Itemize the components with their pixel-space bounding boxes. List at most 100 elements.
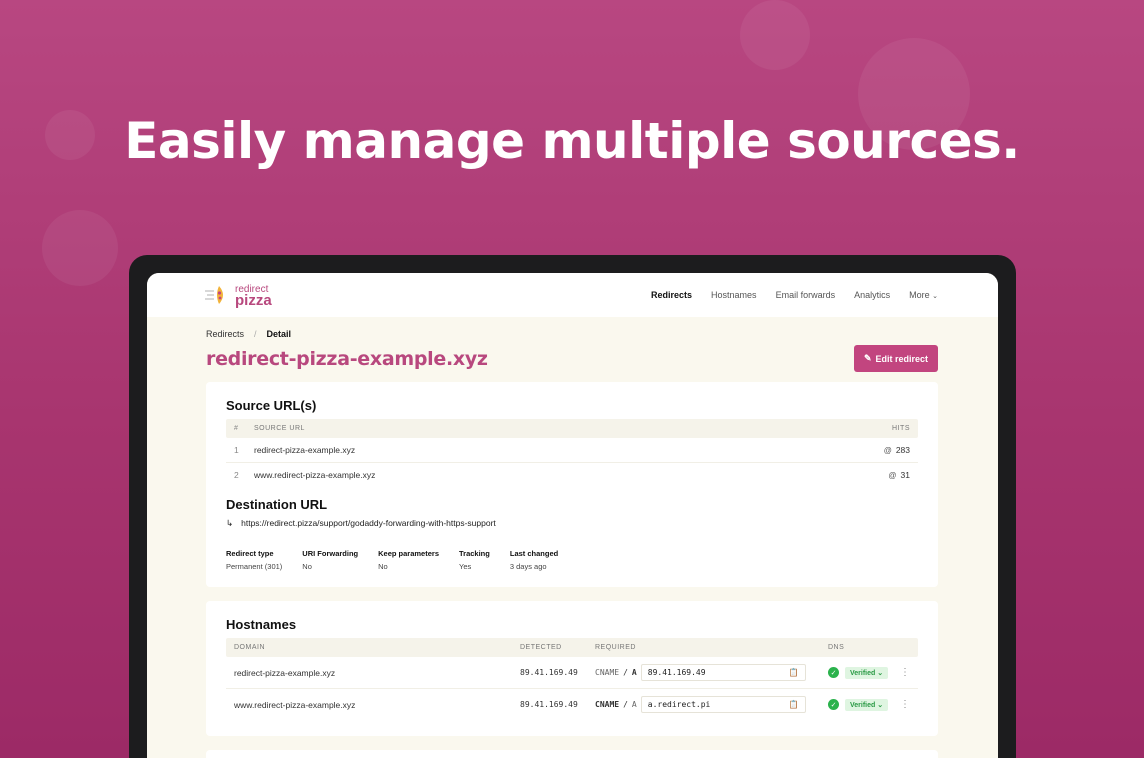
source-url: www.redirect-pizza-example.xyz [254,470,376,480]
record-separator: / [623,668,628,677]
page-title: redirect-pizza-example.xyz [206,347,488,370]
record-separator: / [623,700,628,709]
edit-redirect-button[interactable]: ✎ Edit redirect [853,345,938,372]
destination-url-heading: Destination URL [226,497,328,512]
meta-value: Yes [459,562,472,571]
destination-url: ↳ https://redirect.pizza/support/godaddy… [226,518,918,529]
brand-logo[interactable]: redirect pizza [205,283,272,309]
hostnames-heading: Hostnames [226,617,297,632]
verified-label: Verified [850,701,876,709]
background-bubble [740,0,810,70]
hostname-detected: 89.41.169.49 [520,700,578,709]
background-bubble [42,210,118,286]
nav-item-analytics[interactable]: Analytics [854,290,890,300]
hits-count: 31 [900,470,910,480]
table-row[interactable]: 1 redirect-pizza-example.xyz @ 283 [226,438,918,463]
breadcrumb-parent[interactable]: Redirects [206,329,244,339]
col-detected: DETECTED [520,644,562,651]
hostname-detected: 89.41.169.49 [520,668,578,677]
kebab-icon[interactable]: ⋮ [900,667,910,678]
pencil-icon: ✎ [863,353,872,363]
meta-tracking: Tracking Yes [459,549,490,571]
hits-cell: @ 283 [850,445,910,455]
nav-item-more[interactable]: More ⌄ [909,290,938,300]
meta-last-changed: Last changed 3 days ago [510,549,558,571]
chevron-down-icon: ⌄ [932,293,938,300]
meta-uri-forwarding: URI Forwarding No [302,549,358,571]
meta-value: 3 days ago [509,562,547,571]
meta-label: URI Forwarding [302,549,359,558]
hostname-domain: redirect-pizza-example.xyz [234,667,336,678]
nav-links: Redirects Hostnames Email forwards Analy… [651,290,938,300]
required-value-field[interactable]: a.redirect.pi 📋 [640,696,806,713]
main-content: Redirects / Detail redirect-pizza-exampl… [147,317,998,758]
meta-label: Tracking [459,549,490,558]
row-num: 2 [234,470,239,480]
hits-count: 283 [895,445,910,455]
verified-badge[interactable]: Verified ⌄ [845,698,889,711]
col-required: REQUIRED [595,644,636,651]
edit-redirect-label: Edit redirect [875,353,928,364]
record-type-a: A [631,700,637,709]
source-url: redirect-pizza-example.xyz [254,445,356,455]
brand-line-2: pizza [235,292,272,309]
app-screen: redirect pizza Redirects Hostnames Email… [147,273,998,758]
nav-item-more-label: More [909,290,930,300]
source-urls-heading: Source URL(s) [226,398,317,413]
clipboard-icon[interactable]: 📋 [789,700,799,709]
required-value: a.redirect.pi [647,700,711,709]
chevron-down-icon: ⌄ [877,701,884,709]
check-circle-icon: ✓ [828,699,839,710]
clipboard-icon[interactable]: 📋 [789,668,799,677]
row-num: 1 [234,445,239,455]
nav-item-hostnames[interactable]: Hostnames [711,290,757,300]
record-type-cname: CNAME [595,700,620,709]
meta-value: No [378,562,388,571]
record-type-cname: CNAME [595,668,620,677]
verified-badge[interactable]: Verified ⌄ [845,666,889,679]
required-value-field[interactable]: 89.41.169.49 📋 [640,664,806,681]
pizza-logo-icon [205,283,229,307]
col-num: # [234,425,239,432]
kebab-icon[interactable]: ⋮ [900,699,910,710]
meta-label: Redirect type [226,549,274,558]
hostname-required: CNAME / A 89.41.169.49 📋 [595,664,828,681]
meta-value: Permanent (301) [226,562,283,571]
table-row[interactable]: 2 www.redirect-pizza-example.xyz @ 31 [226,463,918,487]
meta-label: Keep parameters [378,549,439,558]
hostname-required: CNAME / A a.redirect.pi 📋 [595,696,828,713]
return-arrow-icon: ↳ [226,518,234,528]
hostname-domain: www.redirect-pizza-example.xyz [234,699,356,710]
title-row: redirect-pizza-example.xyz ✎ Edit redire… [206,345,938,372]
col-dns: DNS [828,644,845,651]
dns-status: ✓ Verified ⌄ ⋮ [828,666,910,679]
redirect-details-card: Source URL(s) # SOURCE URL HITS 1 redire… [206,382,938,587]
hostnames-card: Hostnames DOMAIN DETECTED REQUIRED DNS r… [206,601,938,736]
table-row[interactable]: www.redirect-pizza-example.xyz 89.41.169… [226,689,918,720]
next-card [206,750,938,758]
meta-value: No [302,562,312,571]
meta-keep-parameters: Keep parameters No [378,549,439,571]
col-source-url: SOURCE URL [254,425,305,432]
col-domain: DOMAIN [234,644,265,651]
hostnames-table-header: DOMAIN DETECTED REQUIRED DNS [226,638,918,657]
meta-label: Last changed [509,549,559,558]
dns-status: ✓ Verified ⌄ ⋮ [828,698,910,711]
at-sign-icon: @ [883,445,892,455]
source-table-header: # SOURCE URL HITS [226,419,918,438]
verified-label: Verified [850,669,876,677]
table-row[interactable]: redirect-pizza-example.xyz 89.41.169.49 … [226,657,918,689]
nav-item-redirects[interactable]: Redirects [651,290,692,300]
record-type-a: A [631,668,637,677]
redirect-meta: Redirect type Permanent (301) URI Forwar… [226,549,918,571]
headline: Easily manage multiple sources. [124,112,1020,170]
col-hits: HITS [892,425,910,432]
hits-cell: @ 31 [850,470,910,480]
required-value: 89.41.169.49 [647,668,706,677]
brand-name: redirect pizza [235,284,272,309]
at-sign-icon: @ [888,470,897,480]
check-circle-icon: ✓ [828,667,839,678]
destination-url-text[interactable]: https://redirect.pizza/support/godaddy-f… [241,518,496,529]
nav-item-email-forwards[interactable]: Email forwards [776,290,836,300]
top-nav: redirect pizza Redirects Hostnames Email… [147,273,998,317]
